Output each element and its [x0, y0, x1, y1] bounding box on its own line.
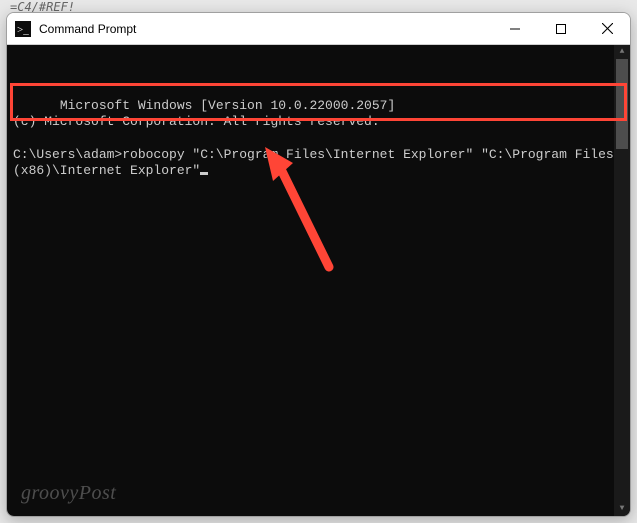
maximize-button[interactable]: [538, 13, 584, 44]
vertical-scrollbar[interactable]: ▲ ▼: [614, 45, 630, 516]
svg-text:>_: >_: [17, 24, 29, 36]
scroll-down-icon[interactable]: ▼: [614, 502, 630, 516]
scroll-up-icon[interactable]: ▲: [614, 45, 630, 59]
command-prompt-window: >_ Command Prompt Microsoft Windows [Ver…: [6, 12, 631, 517]
terminal-area[interactable]: Microsoft Windows [Version 10.0.22000.20…: [7, 45, 630, 516]
watermark-text: groovyPost: [21, 481, 116, 506]
window-controls: [492, 13, 630, 44]
cmd-icon: >_: [15, 21, 31, 37]
minimize-button[interactable]: [492, 13, 538, 44]
window-title: Command Prompt: [39, 22, 492, 36]
terminal-line: (c) Microsoft Corporation. All rights re…: [13, 114, 380, 129]
cursor-icon: [200, 172, 208, 175]
terminal-prompt: C:\Users\adam>: [13, 147, 122, 162]
scrollbar-thumb[interactable]: [616, 59, 628, 149]
titlebar[interactable]: >_ Command Prompt: [7, 13, 630, 45]
terminal-line: Microsoft Windows [Version 10.0.22000.20…: [60, 98, 395, 113]
close-button[interactable]: [584, 13, 630, 44]
